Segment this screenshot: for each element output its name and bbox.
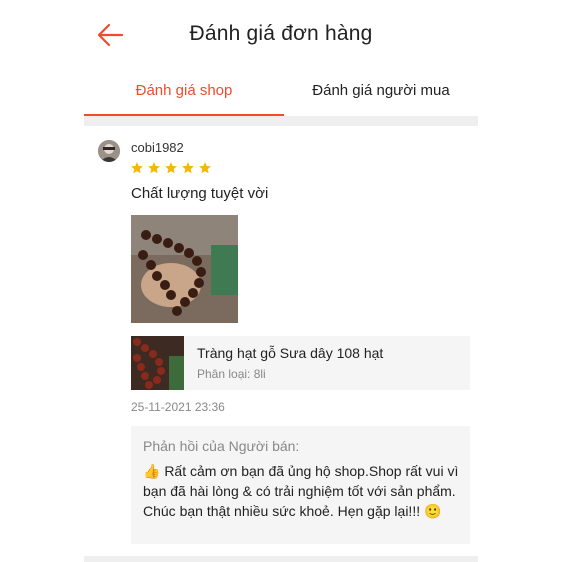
seller-reply-box: Phản hồi của Người bán: 👍 Rất cảm ơn bạn… [131,426,470,544]
avatar[interactable] [98,140,120,162]
product-name: Tràng hạt gỗ Sưa dây 108 hạt [197,345,384,361]
page-title: Đánh giá đơn hàng [189,22,373,45]
product-card[interactable]: Tràng hạt gỗ Sưa dây 108 hạt Phân loại: … [131,336,470,390]
section-divider [84,556,478,562]
seller-reply-text: 👍 Rất cảm ơn bạn đã ủng hộ shop.Shop rất… [143,463,459,519]
star-icon [131,162,143,174]
review-comment: Chất lượng tuyệt vời [131,185,269,202]
product-thumbnail [131,336,184,390]
review-photo[interactable] [131,215,238,323]
tab-buyer-review[interactable]: Đánh giá người mua [284,70,478,116]
reviewer-username: cobi1982 [131,140,184,155]
section-divider [84,117,478,126]
rating-stars [130,161,212,177]
seller-reply-title: Phản hồi của Người bán: [143,438,300,454]
star-icon [182,162,194,174]
star-icon [148,162,160,174]
star-icon [199,162,211,174]
tab-shop-review[interactable]: Đánh giá shop [84,70,284,116]
product-variant: Phân loại: 8li [197,367,266,381]
star-icon [165,162,177,174]
review-timestamp: 25-11-2021 23:36 [131,400,225,414]
header: Đánh giá đơn hàng [84,0,478,70]
order-review-screen: Đánh giá đơn hàng Đánh giá shop Đánh giá… [84,0,478,562]
tab-bar: Đánh giá shop Đánh giá người mua [84,70,478,117]
